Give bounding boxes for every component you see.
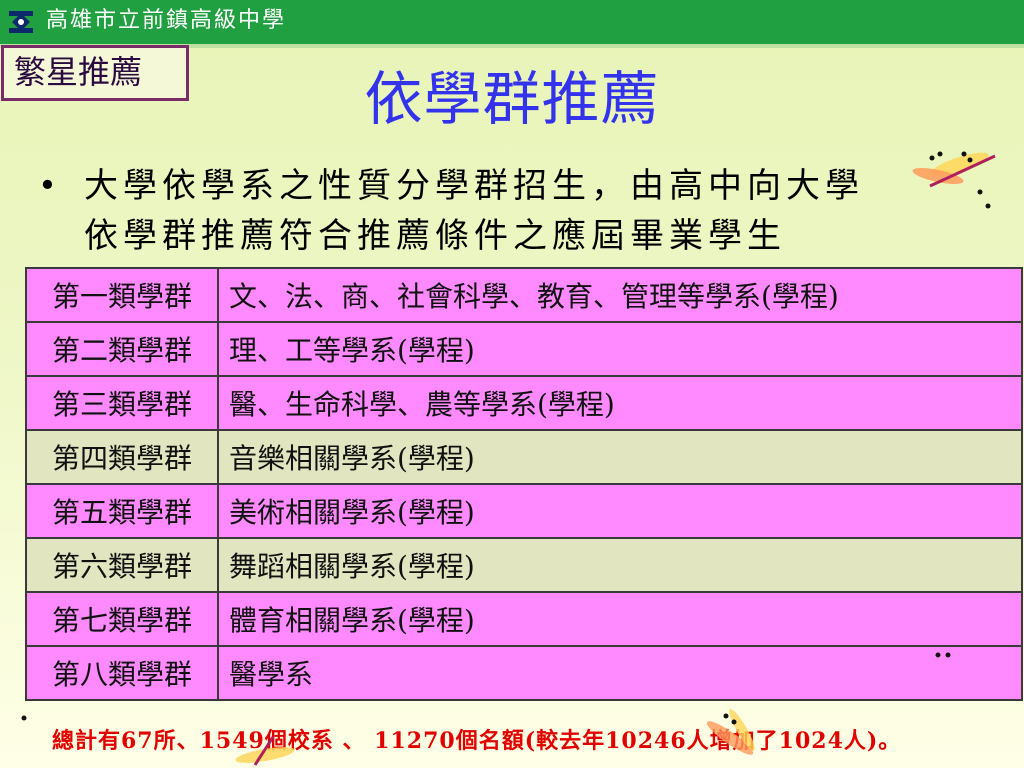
bullet-text-line-1: 大學依學系之性質分學群招生，由高中向大學 [84, 166, 864, 206]
dragonfly-icon [912, 151, 996, 209]
group-name: 第一類學群 [25, 267, 219, 323]
dragonfly-icon [235, 736, 295, 766]
group-departments: 音樂相關學系(學程) [217, 429, 1023, 485]
group-name: 第七類學群 [25, 591, 219, 647]
group-departments: 美術相關學系(學程) [217, 483, 1023, 539]
dots-decoration-icon [935, 652, 951, 658]
header-bar: 高雄市立前鎮高級中學 [0, 0, 1024, 44]
group-departments: 文、法、商、社會科學、教育、管理等學系(學程) [217, 267, 1023, 323]
group-name: 第三類學群 [25, 375, 219, 431]
table-row: 第一類學群 文、法、商、社會科學、教育、管理等學系(學程) [25, 267, 1023, 323]
group-departments: 醫學系 [217, 645, 1023, 701]
group-departments: 舞蹈相關學系(學程) [217, 537, 1023, 593]
school-emblem-icon [9, 11, 33, 33]
table-row: 第五類學群 美術相關學系(學程) [25, 483, 1023, 539]
dot-decoration-icon [21, 715, 27, 721]
dragonfly-icon [706, 709, 755, 755]
table-row: 第三類學群 醫、生命科學、農等學系(學程) [25, 375, 1023, 431]
table-row: 第六類學群 舞蹈相關學系(學程) [25, 537, 1023, 593]
school-name: 高雄市立前鎮高級中學 [46, 8, 287, 33]
group-name: 第五類學群 [25, 483, 219, 539]
group-table: 第一類學群 文、法、商、社會科學、教育、管理等學系(學程) 第二類學群 理、工等… [25, 267, 1023, 701]
bullet-marker: • [38, 166, 57, 204]
group-name: 第二類學群 [25, 321, 219, 377]
group-name: 第六類學群 [25, 537, 219, 593]
group-departments: 理、工等學系(學程) [217, 321, 1023, 377]
table-row: 第七類學群 體育相關學系(學程) [25, 591, 1023, 647]
group-departments: 體育相關學系(學程) [217, 591, 1023, 647]
table-row: 第二類學群 理、工等學系(學程) [25, 321, 1023, 377]
slide-title: 依學群推薦 [364, 65, 660, 133]
bullet-text-line-2: 依學群推薦符合推薦條件之應屆畢業學生 [84, 216, 786, 256]
group-departments: 醫、生命科學、農等學系(學程) [217, 375, 1023, 431]
table-row: 第八類學群 醫學系 [25, 645, 1023, 701]
group-name: 第四類學群 [25, 429, 219, 485]
table-row: 第四類學群 音樂相關學系(學程) [25, 429, 1023, 485]
group-name: 第八類學群 [25, 645, 219, 701]
